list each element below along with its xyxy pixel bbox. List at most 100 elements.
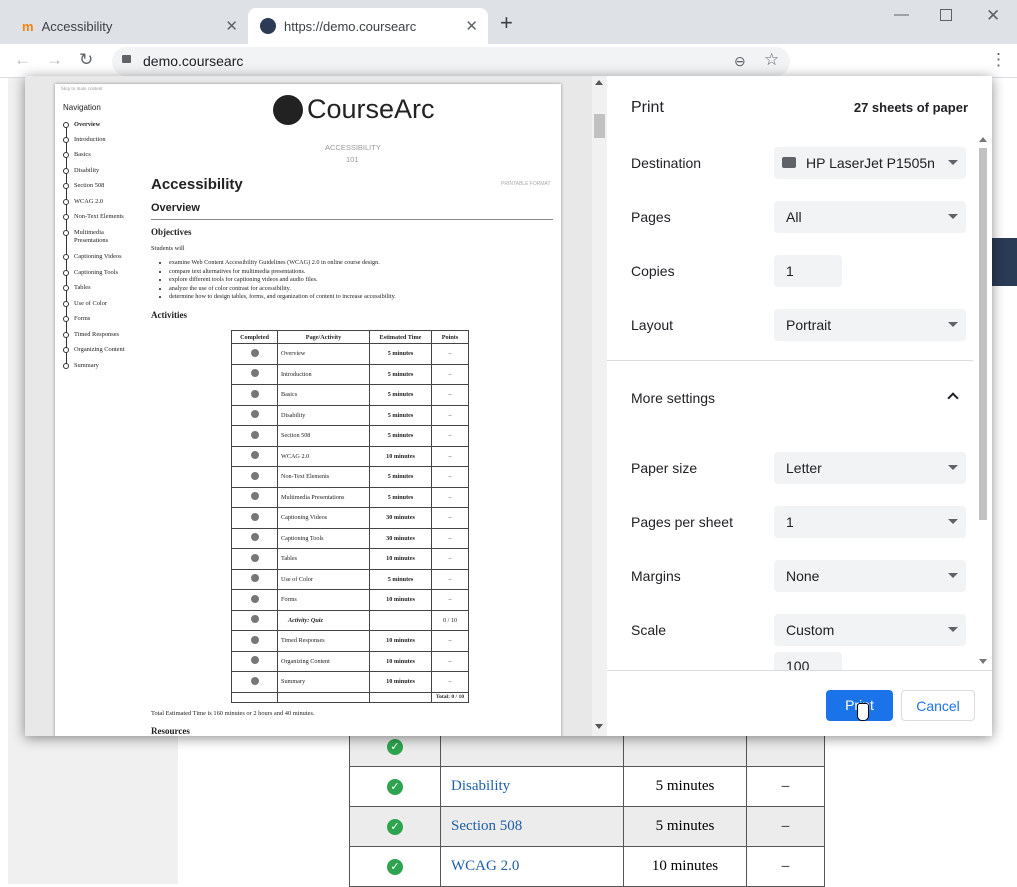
points-cell: – [431,363,469,385]
table-row: Forms 10 minutes – [231,589,469,611]
menu-icon[interactable]: ⋮ [990,50,1007,70]
time-cell: 5 minutes [369,425,432,447]
scroll-up-icon[interactable] [979,137,987,142]
nav-item[interactable]: Tables [74,284,91,291]
paper-size-select[interactable]: Letter [774,452,966,484]
forward-icon[interactable]: → [46,50,63,70]
layout-select[interactable]: Portrait [774,309,966,341]
scroll-up-icon[interactable] [595,80,603,85]
page-cell[interactable]: Organizing Content [277,650,370,672]
page-subtitle: Overview [151,202,200,214]
nav-item[interactable]: Use of Color [74,300,107,307]
page-cell[interactable]: Introduction [277,363,370,385]
tab-accessibility[interactable]: m Accessibility ✕ [8,8,248,44]
scale-input[interactable]: 100 [774,652,842,670]
tab-coursearc[interactable]: https://demo.coursearc ✕ [248,8,488,44]
page-cell[interactable]: Captioning Tools [277,527,370,549]
nav-item[interactable]: Section 508 [74,182,104,189]
page-cell[interactable]: Summary [277,671,370,693]
margins-select[interactable]: None [774,560,966,592]
table-row: Timed Responses 10 minutes – [231,630,469,652]
page-cell[interactable]: Captioning Videos [277,507,370,529]
page-cell[interactable]: WCAG 2.0 [277,445,370,467]
page-cell[interactable]: Timed Responses [277,630,370,652]
preview-scrollbar[interactable] [592,76,607,736]
pages-per-sheet-value: 1 [786,514,794,530]
chevron-down-icon [948,465,958,470]
chevron-up-icon[interactable] [947,392,959,404]
pages-select[interactable]: All [774,201,966,233]
nav-item[interactable]: Overview [74,121,100,128]
nav-item[interactable]: Organizing Content [74,346,124,353]
page-cell[interactable]: Overview [277,343,370,365]
copies-input[interactable]: 1 [774,255,842,287]
close-tab-icon[interactable]: ✕ [465,17,478,35]
scale-select[interactable]: Custom [774,614,966,646]
table-row: ✓ Section 508 5 minutes – [349,806,825,847]
col-points: Points [431,330,469,344]
time-cell: 5 minutes [369,384,432,406]
page-cell[interactable]: Non-Text Elements [277,466,370,488]
points-cell: – [431,568,469,590]
print-title: Print [631,99,664,116]
scroll-down-icon[interactable] [595,724,603,729]
nav-node [63,183,69,189]
reload-icon[interactable]: ↻ [79,50,93,70]
page-cell[interactable]: Use of Color [277,568,370,590]
destination-select[interactable]: HP LaserJet P1505n [774,147,966,179]
nav-node [63,347,69,353]
page-cell[interactable]: Activity: Quiz [277,609,370,631]
paper-size-label: Paper size [631,460,698,476]
coursearc-favicon-icon [260,18,276,34]
star-icon[interactable]: ☆ [764,50,779,70]
nav-item[interactable]: Disability [74,167,99,174]
preview-scroll-thumb[interactable] [594,114,605,138]
maximize-icon[interactable] [940,9,952,21]
nav-item[interactable]: WCAG 2.0 [74,198,103,205]
table-row: Tables 10 minutes – [231,548,469,570]
nav-item[interactable]: Captioning Videos [74,253,122,260]
col-page: Page/Activity [277,330,370,344]
page-link[interactable]: Section 508 [440,806,624,847]
pages-per-sheet-select[interactable]: 1 [774,506,966,538]
nav-item[interactable]: Captioning Tools [74,269,118,276]
col-time: Estimated Time [369,330,432,344]
close-tab-icon[interactable]: ✕ [225,17,238,35]
page-cell[interactable]: Disability [277,404,370,426]
scroll-down-icon[interactable] [979,659,987,664]
time-cell: 30 minutes [369,527,432,549]
new-tab-icon[interactable]: + [500,12,513,34]
page-link[interactable]: Disability [440,766,624,807]
nav-item[interactable]: Non-Text Elements [74,213,124,220]
students-will: Students will [151,245,185,252]
close-window-icon[interactable]: ✕ [986,6,1000,26]
page-link[interactable]: WCAG 2.0 [440,846,624,887]
nav-item[interactable]: Summary [74,362,99,369]
cancel-button[interactable]: Cancel [901,690,975,721]
more-settings-toggle[interactable]: More settings [631,390,715,406]
points-cell: – [431,630,469,652]
page-cell[interactable]: Section 508 [277,425,370,447]
page-cell[interactable]: Forms [277,589,370,611]
nav-node [63,152,69,158]
zoom-icon[interactable]: ⊖ [734,53,746,70]
nav-node [63,199,69,205]
table-row: Basics 5 minutes – [231,384,469,406]
minimize-icon[interactable]: — [894,6,909,23]
nav-item[interactable]: Timed Responses [74,331,119,338]
check-circle-icon [250,369,259,378]
settings-scrollbar[interactable] [977,134,989,668]
objective-item: examine Web Content Accessibility Guidel… [169,259,396,268]
nav-item[interactable]: Introduction [74,136,106,143]
page-cell[interactable]: Tables [277,548,370,570]
back-icon[interactable]: ← [14,50,31,70]
nav-item[interactable]: Forms [74,315,90,322]
nav-item[interactable]: Basics [74,151,91,158]
completed-cell [231,404,278,426]
settings-scroll-thumb[interactable] [979,148,987,520]
nav-item[interactable]: Multimedia Presentations [74,229,126,245]
page-cell[interactable]: Multimedia Presentations [277,486,370,508]
page-cell[interactable]: Basics [277,384,370,406]
points-cell: – [746,806,825,847]
address-bar[interactable]: demo.coursearc ⊖ ☆ [112,47,790,76]
